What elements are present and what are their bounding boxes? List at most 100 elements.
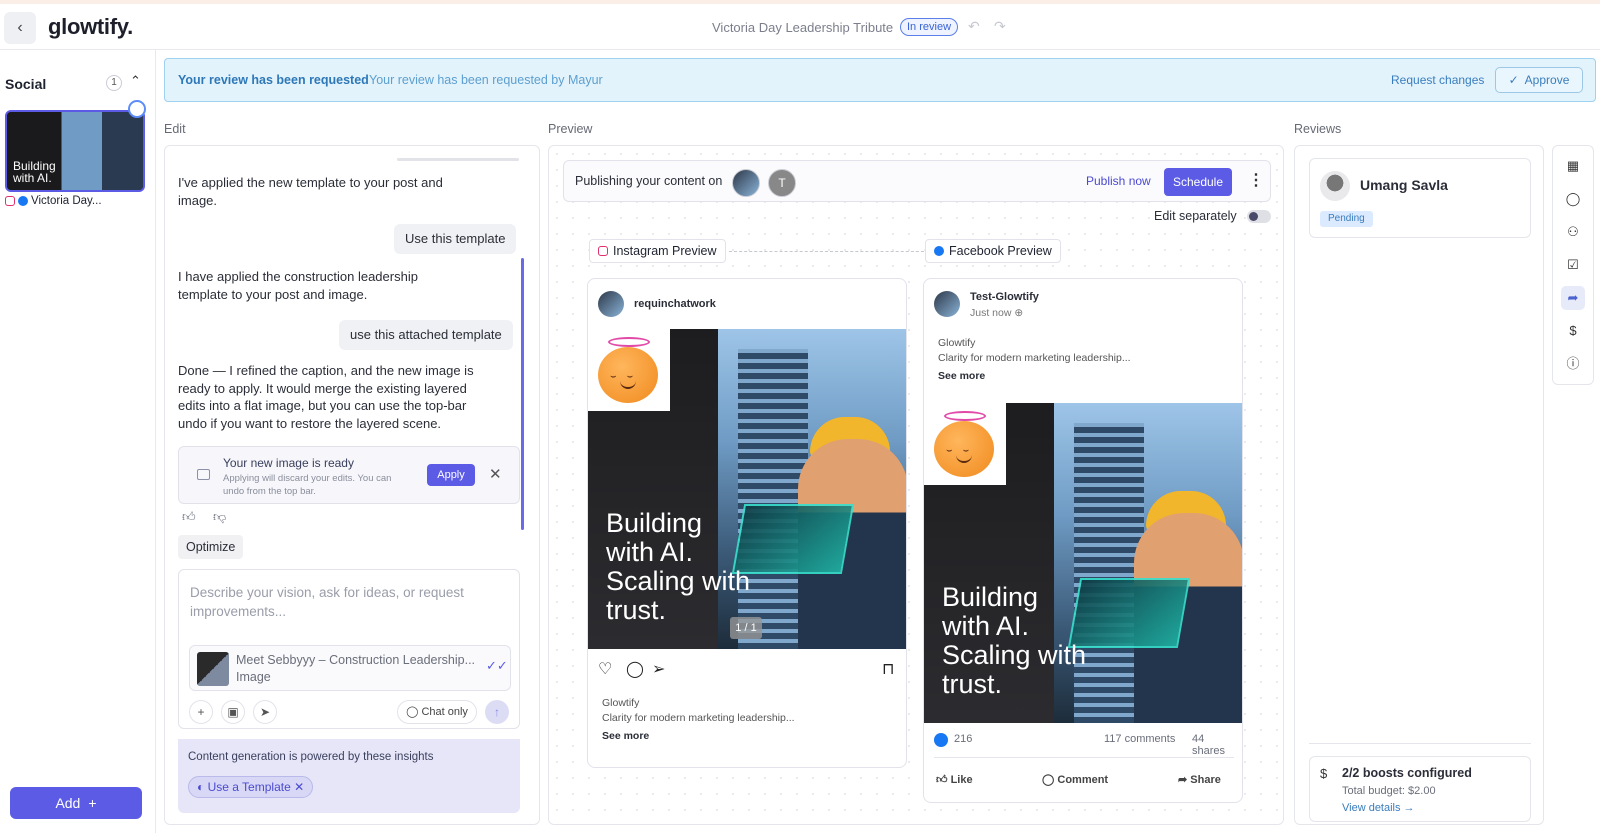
remove-chip-icon[interactable]: ✕ — [294, 780, 304, 794]
image-gallery-icon[interactable]: ▣ — [221, 700, 245, 724]
share-icon[interactable]: ➦ — [1561, 286, 1585, 310]
close-icon[interactable]: ✕ — [489, 465, 502, 483]
caption-text: Clarity for modern marketing leadership.… — [938, 352, 1131, 364]
reviews-section-label: Reviews — [1294, 122, 1342, 136]
instagram-actions: ♡ ◯ ➢ ⊓ — [598, 659, 898, 679]
see-more-link[interactable]: See more — [938, 370, 985, 382]
check-icon: ✓ — [1508, 73, 1519, 87]
post-thumbnail[interactable]: Building with AI. — [5, 110, 145, 192]
optimize-button[interactable]: Optimize — [178, 535, 244, 559]
checklist-icon[interactable]: ☑ — [1561, 253, 1585, 277]
thumbs-down-icon[interactable]: 👎︎ — [213, 509, 226, 525]
redo-icon[interactable]: ↷ — [994, 18, 1006, 35]
publishing-bar: Publishing your content on T Publish now… — [563, 160, 1271, 202]
status-badge: In review — [900, 18, 959, 36]
user-settings-icon[interactable]: ⚇ — [1561, 220, 1585, 244]
instagram-preview-tab[interactable]: Instagram Preview — [589, 239, 726, 263]
facebook-icon — [18, 196, 28, 206]
add-button-label: Add — [55, 795, 81, 811]
edit-separately-toggle[interactable] — [1247, 210, 1271, 223]
app-logo: glowtify. — [48, 14, 133, 39]
assistant-message: I have applied the construction leadersh… — [178, 269, 418, 302]
chat-composer: Describe your vision, ask for ideas, or … — [178, 569, 520, 729]
instagram-post-card: requinchatwork ⌣⌣ Building with AI. Scal… — [587, 278, 907, 768]
apply-button[interactable]: Apply — [427, 464, 475, 486]
post-headline: Building with AI. Scaling with trust. — [942, 583, 1102, 699]
right-toolbar: ▦ ◯ ⚇ ☑ ➦ $ ⓘ — [1552, 145, 1594, 385]
schedule-button[interactable]: Schedule — [1164, 168, 1232, 196]
edit-separately-label: Edit separately — [1154, 209, 1237, 223]
edit-section-label: Edit — [164, 122, 186, 136]
account-avatar[interactable] — [732, 169, 760, 197]
approve-button[interactable]: ✓ Approve — [1495, 67, 1583, 93]
heart-icon[interactable]: ♡ — [598, 659, 612, 679]
scroll-indicator — [397, 158, 519, 161]
share-button[interactable]: ➦ Share — [1178, 773, 1221, 786]
comment-label: Comment — [1057, 774, 1109, 786]
ready-subtitle: Applying will discard your edits. You ca… — [223, 473, 392, 497]
instagram-handle: requinchatwork — [634, 298, 716, 310]
calendar-icon[interactable]: ▦ — [1561, 154, 1585, 178]
post-label-row[interactable]: Victoria Day... — [5, 195, 102, 207]
globe-icon: ⊕ — [1014, 307, 1024, 319]
headline-line: Scaling with — [942, 640, 1087, 670]
user-message: Use this template — [394, 224, 517, 254]
like-badge-icon — [934, 733, 948, 747]
chat-only-toggle[interactable]: ◯ Chat only — [397, 700, 477, 724]
back-button[interactable]: ‹ — [4, 12, 36, 44]
composer-input[interactable]: Describe your vision, ask for ideas, or … — [190, 583, 490, 621]
caption-brand: Glowtify — [602, 697, 640, 709]
more-vertical-icon[interactable]: ⋮ — [1248, 170, 1264, 190]
edit-panel: I've applied the new template to your po… — [164, 145, 540, 825]
comment-icon[interactable]: ◯ — [626, 659, 644, 679]
send-icon[interactable]: ↑ — [485, 700, 509, 724]
comment-icon[interactable]: ◯ — [1561, 187, 1585, 211]
cursor-icon[interactable]: ➤ — [253, 700, 277, 724]
double-check-icon: ✓✓ — [486, 658, 508, 673]
ready-title: Your new image is ready — [223, 456, 354, 470]
headline-line: Building — [942, 582, 1039, 612]
like-button[interactable]: 👍︎ Like — [936, 773, 973, 786]
select-checkbox[interactable] — [128, 100, 146, 118]
headline-line: Scaling with — [606, 566, 751, 596]
reviews-panel: Umang Savla Pending $ 2/2 boosts configu… — [1294, 145, 1544, 825]
insights-section: Content generation is powered by these i… — [178, 739, 520, 813]
halo-icon — [944, 411, 986, 421]
account-avatar[interactable]: T — [768, 169, 796, 197]
info-icon[interactable]: ⓘ — [1561, 352, 1585, 376]
image-ready-card: Your new image is ready Applying will di… — [178, 446, 520, 504]
publishing-label: Publishing your content on — [575, 174, 723, 188]
plus-icon[interactable]: + — [189, 700, 213, 724]
top-bar: ‹ glowtify. Victoria Day Leadership Trib… — [0, 4, 1600, 50]
chat-bubble-icon: ◯ — [406, 706, 419, 718]
emoji-sticker: ⌣⌣ — [924, 403, 1006, 485]
dollar-icon: $ — [1320, 766, 1328, 781]
view-details-link[interactable]: View details → — [1342, 802, 1415, 814]
boost-icon[interactable]: $ — [1561, 319, 1585, 343]
request-changes-button[interactable]: Request changes — [1391, 73, 1484, 87]
boost-title: 2/2 boosts configured — [1342, 766, 1472, 780]
reviewer-card: Umang Savla Pending — [1309, 158, 1531, 238]
chat-scrollbar[interactable] — [521, 258, 524, 530]
publish-now-button[interactable]: Publish now — [1086, 174, 1151, 188]
attached-template-card[interactable]: Meet Sebbyyy – Construction Leadership..… — [189, 645, 511, 691]
facebook-preview-tab[interactable]: Facebook Preview — [925, 239, 1061, 263]
facebook-icon — [934, 246, 944, 256]
avatar — [934, 291, 960, 317]
status-badge: Pending — [1320, 211, 1373, 227]
sidebar: Social 1 ⌃ Building with AI. Victoria Day… — [0, 50, 156, 833]
comment-button[interactable]: ◯ Comment — [1042, 773, 1108, 786]
boost-card: $ 2/2 boosts configured Total budget: $2… — [1309, 756, 1531, 822]
approve-label: Approve — [1524, 73, 1570, 87]
thumbs-up-icon[interactable]: 👍︎ — [182, 509, 196, 525]
chevron-up-icon[interactable]: ⌃ — [130, 73, 141, 89]
send-icon[interactable]: ➢ — [652, 659, 665, 679]
use-template-chip[interactable]: ◐ Use a Template ✕ — [188, 776, 314, 798]
add-button[interactable]: Add + — [10, 787, 142, 819]
comment-icon: ◯ — [1042, 774, 1055, 786]
bookmark-icon[interactable]: ⊓ — [882, 659, 894, 679]
avatar — [598, 291, 624, 317]
see-more-link[interactable]: See more — [602, 730, 649, 742]
undo-icon[interactable]: ↶ — [968, 18, 980, 35]
instagram-preview-label: Instagram Preview — [613, 244, 717, 258]
